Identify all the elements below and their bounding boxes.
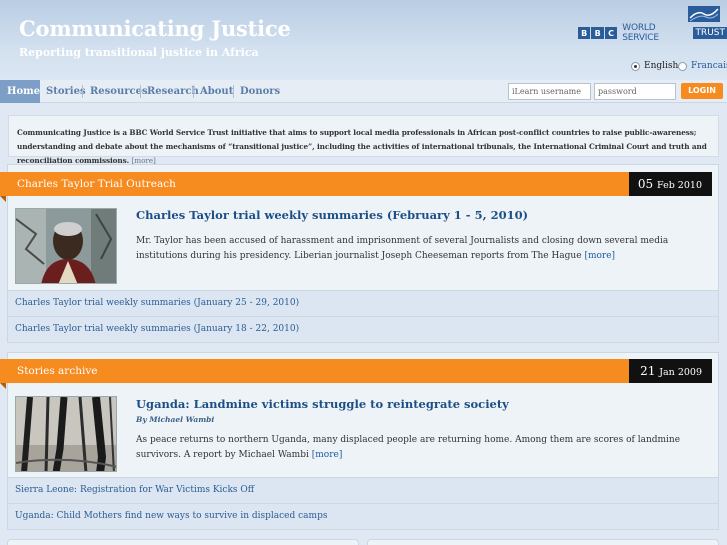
password-input[interactable]: password bbox=[594, 83, 676, 100]
bottom-card-right bbox=[367, 539, 719, 545]
portrait-image bbox=[16, 209, 116, 283]
section-title[interactable]: Stories archive bbox=[17, 359, 97, 383]
story-headline[interactable]: Uganda: Landmine victims struggle to rei… bbox=[136, 397, 509, 411]
radio-unselected-icon[interactable] bbox=[678, 61, 687, 71]
nav-divider bbox=[233, 85, 234, 98]
radio-selected-icon[interactable] bbox=[631, 61, 640, 71]
story-byline: By Michael Wambi bbox=[136, 415, 215, 424]
intro-text: Communicating Justice is a BBC World Ser… bbox=[17, 128, 707, 165]
language-label: Francais bbox=[691, 61, 727, 71]
site-header: Communicating Justice Reporting transiti… bbox=[0, 0, 727, 80]
language-label: English bbox=[644, 61, 679, 71]
intro-box: Communicating Justice is a BBC World Ser… bbox=[8, 115, 719, 165]
bbc-logo-text: WORLD SERVICE bbox=[622, 23, 659, 43]
story-summary-text: As peace returns to northern Uganda, man… bbox=[136, 435, 681, 460]
nav-item-home[interactable]: Home bbox=[0, 80, 40, 103]
date-day: 05 bbox=[637, 177, 654, 191]
nav-item-research[interactable]: Research bbox=[147, 80, 199, 103]
nav-item-resources[interactable]: Resources bbox=[90, 80, 148, 103]
header-fold-corner bbox=[0, 383, 6, 389]
story-link-row[interactable]: Charles Taylor trial weekly summaries (J… bbox=[7, 291, 719, 317]
bbc-logo-trust: TRUST bbox=[693, 27, 727, 39]
nav-divider bbox=[140, 85, 141, 98]
crutches-image bbox=[16, 397, 116, 471]
site-subtitle: Reporting transitional justice in Africa bbox=[19, 46, 259, 59]
nav-item-about[interactable]: About bbox=[200, 80, 233, 103]
bottom-card-left bbox=[7, 539, 359, 545]
section-date: 21 Jan 2009 bbox=[629, 359, 712, 383]
language-option-english[interactable]: English bbox=[631, 61, 678, 71]
nav-divider bbox=[82, 85, 83, 98]
story-link-row[interactable]: Sierra Leone: Registration for War Victi… bbox=[7, 478, 719, 504]
story-more-link[interactable]: [more] bbox=[312, 450, 343, 460]
date-day: 21 bbox=[640, 364, 656, 378]
language-option-french[interactable]: Francais bbox=[678, 61, 727, 71]
nav-item-donors[interactable]: Donors bbox=[240, 80, 280, 103]
story-thumbnail-portrait[interactable] bbox=[15, 208, 117, 284]
bbc-logo-letter: B bbox=[591, 27, 604, 39]
world-trust-logo-mark bbox=[688, 6, 720, 22]
section-title[interactable]: Charles Taylor Trial Outreach bbox=[17, 172, 176, 196]
story-summary: Mr. Taylor has been accused of harassmen… bbox=[136, 234, 708, 264]
header-fold-corner bbox=[0, 196, 6, 202]
username-input[interactable]: iLearn username bbox=[508, 83, 591, 100]
date-month-year: Jan 2009 bbox=[659, 367, 702, 378]
story-thumbnail-crutches[interactable] bbox=[15, 396, 117, 472]
section-date: 05 Feb 2010 bbox=[629, 172, 712, 196]
nav-divider bbox=[193, 85, 194, 98]
story-summary: As peace returns to northern Uganda, man… bbox=[136, 433, 708, 463]
story-more-link[interactable]: [more] bbox=[584, 251, 615, 261]
date-month-year: Feb 2010 bbox=[657, 180, 702, 191]
story-link-row[interactable]: Charles Taylor trial weekly summaries (J… bbox=[7, 317, 719, 343]
story-headline[interactable]: Charles Taylor trial weekly summaries (F… bbox=[136, 208, 528, 222]
site-title[interactable]: Communicating Justice bbox=[19, 16, 291, 41]
bbc-logo-letter: C bbox=[604, 27, 618, 39]
story-link-row[interactable]: Uganda: Child Mothers find new ways to s… bbox=[7, 504, 719, 530]
bbc-world-service-trust-logo[interactable]: B B C WORLD SERVICE TRUST bbox=[578, 23, 727, 43]
bbc-logo-letter: B bbox=[578, 27, 591, 39]
nav-item-stories[interactable]: Stories bbox=[46, 80, 86, 103]
login-button[interactable]: LOGIN bbox=[681, 83, 723, 99]
